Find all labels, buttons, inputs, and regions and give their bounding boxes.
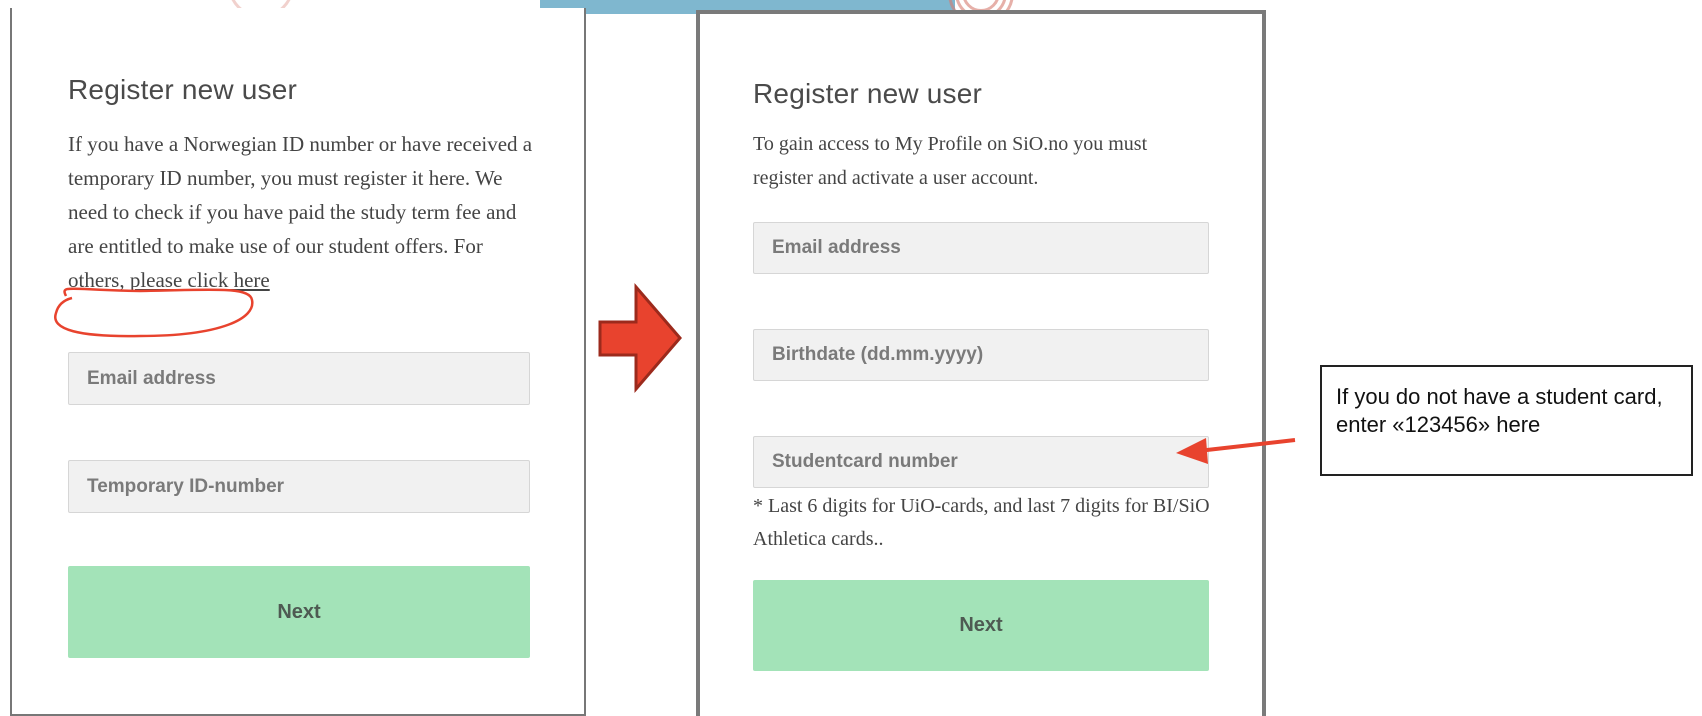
temporary-id-field[interactable] [68, 460, 530, 513]
email-field[interactable] [753, 222, 1209, 274]
click-here-link[interactable]: please click here [130, 268, 270, 292]
callout-text: If you do not have a student card, enter… [1336, 384, 1663, 437]
studentcard-number-field[interactable] [753, 436, 1209, 488]
next-button[interactable]: Next [753, 580, 1209, 671]
intro-text: If you have a Norwegian ID number or hav… [68, 127, 538, 297]
intro-text: To gain access to My Profile on SiO.no y… [753, 133, 1148, 189]
email-field[interactable] [68, 352, 530, 405]
birthdate-field[interactable] [753, 329, 1209, 381]
panel-heading: Register new user [68, 74, 298, 105]
panel-heading: Register new user [753, 78, 983, 109]
register-panel-right: Register new user To gain access to My P… [696, 10, 1266, 716]
right-block-arrow-icon [598, 282, 682, 394]
instruction-callout: If you do not have a student card, enter… [1320, 365, 1693, 476]
next-button[interactable]: Next [68, 566, 530, 658]
studentcard-note: * Last 6 digits for UiO-cards, and last … [753, 495, 1210, 550]
register-panel-left: Register new user If you have a Norwegia… [10, 8, 586, 716]
